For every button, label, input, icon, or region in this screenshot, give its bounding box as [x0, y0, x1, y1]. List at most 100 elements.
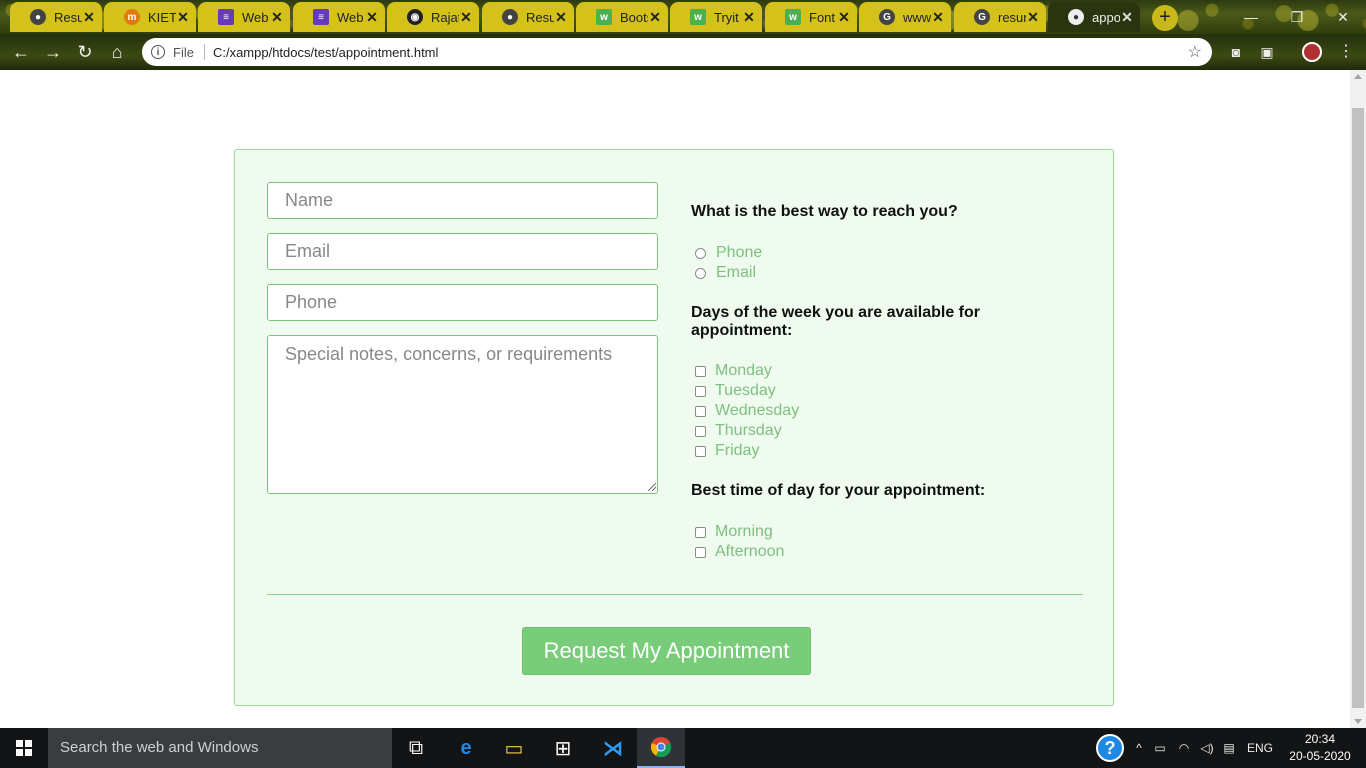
help-icon[interactable]: ?: [1096, 734, 1124, 762]
browser-tab[interactable]: m KIET C ✕: [104, 2, 196, 32]
taskbar-search[interactable]: Search the web and Windows: [48, 728, 392, 768]
clock-time: 20:34: [1304, 732, 1336, 746]
close-icon[interactable]: ✕: [554, 9, 568, 26]
day-option-monday[interactable]: Monday: [695, 362, 772, 380]
browser-tab[interactable]: ≡ Web I ✕: [198, 2, 290, 32]
battery-icon[interactable]: ▭: [1148, 741, 1172, 755]
url-text[interactable]: C:/xampp/htdocs/test/appointment.html: [213, 45, 1188, 60]
volume-icon[interactable]: ◁): [1196, 741, 1218, 755]
camera-icon[interactable]: ◙: [1226, 42, 1246, 62]
page-scrollbar[interactable]: [1350, 70, 1366, 728]
tab-title: Resun: [54, 9, 82, 25]
notes-textarea[interactable]: [267, 335, 658, 494]
chrome-icon[interactable]: [637, 728, 685, 768]
browser-tab[interactable]: ◉ Rajat ✕: [387, 2, 479, 32]
close-icon[interactable]: ✕: [459, 9, 473, 26]
notification-icon[interactable]: ▤: [1218, 741, 1240, 755]
day-option-tuesday[interactable]: Tuesday: [695, 382, 776, 400]
language-indicator[interactable]: ENG: [1240, 741, 1280, 755]
close-icon[interactable]: ✕: [365, 9, 379, 26]
browser-tab[interactable]: G resun ✕: [954, 2, 1046, 32]
scroll-down-icon[interactable]: [1354, 719, 1362, 724]
taskbar-clock[interactable]: 20:34 20-05-2020: [1288, 731, 1352, 765]
name-input[interactable]: [267, 182, 658, 219]
time-question: Best time of day for your appointment:: [691, 482, 986, 499]
tab-title: resun: [998, 9, 1026, 25]
task-view-icon[interactable]: ⧉: [392, 728, 440, 768]
option-label: Tuesday: [715, 382, 776, 399]
close-icon[interactable]: ✕: [1120, 9, 1134, 26]
close-icon[interactable]: ✕: [82, 9, 96, 26]
radio-button[interactable]: [695, 267, 706, 279]
chevron-up-icon[interactable]: ^: [1130, 741, 1148, 755]
chrome-logo-icon: [650, 737, 672, 758]
bookmark-star-icon[interactable]: ☆: [1188, 42, 1202, 62]
restore-icon[interactable]: ❐: [1274, 0, 1320, 34]
info-icon[interactable]: i: [151, 45, 165, 59]
back-button[interactable]: ←: [8, 40, 34, 64]
close-icon[interactable]: ✕: [648, 9, 662, 26]
windows-taskbar: Search the web and Windows ⧉ e ▭ ⊞ ⋊ ? ^…: [0, 728, 1366, 768]
divider: [203, 44, 205, 60]
request-appointment-button[interactable]: Request My Appointment: [522, 627, 811, 675]
checkbox[interactable]: [695, 546, 706, 558]
radio-button[interactable]: [695, 247, 706, 259]
contact-question: What is the best way to reach you?: [691, 203, 958, 220]
browser-tab[interactable]: w Boots ✕: [576, 2, 668, 32]
wifi-icon[interactable]: ◠: [1172, 741, 1196, 755]
day-option-wednesday[interactable]: Wednesday: [695, 402, 799, 420]
browser-tab[interactable]: ● Resun ✕: [10, 2, 102, 32]
browser-tab[interactable]: ● Resun ✕: [482, 2, 574, 32]
close-icon[interactable]: ✕: [837, 9, 851, 26]
edge-icon[interactable]: e: [442, 728, 490, 768]
reload-button[interactable]: ↻: [72, 40, 98, 64]
file-explorer-icon[interactable]: ▭: [490, 728, 538, 768]
browser-tab-active[interactable]: ● appo ✕: [1048, 2, 1140, 32]
form-divider: [267, 594, 1083, 595]
tab-title: Resun: [526, 9, 554, 25]
new-tab-button[interactable]: +: [1152, 5, 1178, 31]
time-option-morning[interactable]: Morning: [695, 523, 773, 541]
time-option-afternoon[interactable]: Afternoon: [695, 543, 784, 561]
scrollbar-thumb[interactable]: [1352, 108, 1364, 708]
resize-handle[interactable]: [648, 483, 656, 491]
day-option-friday[interactable]: Friday: [695, 442, 759, 460]
close-icon[interactable]: ✕: [176, 9, 190, 26]
tab-title: www: [903, 9, 931, 25]
browser-tab[interactable]: G www ✕: [859, 2, 951, 32]
browser-tab[interactable]: w Tryit I ✕: [670, 2, 762, 32]
start-button[interactable]: [0, 728, 48, 768]
contact-option-phone[interactable]: Phone: [695, 244, 762, 262]
vscode-icon[interactable]: ⋊: [589, 728, 637, 768]
extension-icon[interactable]: ▣: [1257, 42, 1277, 62]
checkbox[interactable]: [695, 425, 706, 437]
close-icon[interactable]: ✕: [742, 9, 756, 26]
checkbox[interactable]: [695, 385, 706, 397]
email-input[interactable]: [267, 233, 658, 270]
address-bar[interactable]: i File C:/xampp/htdocs/test/appointment.…: [142, 38, 1212, 66]
forward-button[interactable]: →: [40, 40, 66, 64]
minimize-icon[interactable]: —: [1228, 0, 1274, 34]
w3schools-icon: w: [690, 9, 706, 25]
avatar[interactable]: [1302, 42, 1322, 62]
browser-tab[interactable]: w Font ✕: [765, 2, 857, 32]
store-icon[interactable]: ⊞: [539, 728, 587, 768]
home-button[interactable]: ⌂: [104, 40, 130, 64]
checkbox[interactable]: [695, 405, 706, 417]
menu-icon[interactable]: ⋮: [1338, 42, 1354, 62]
day-option-thursday[interactable]: Thursday: [695, 422, 782, 440]
scroll-up-icon[interactable]: [1354, 74, 1362, 79]
phone-input[interactable]: [267, 284, 658, 321]
contact-option-email[interactable]: Email: [695, 264, 756, 282]
tab-strip: ● Resun ✕ m KIET C ✕ ≡ Web I ✕ ≡ Web I ✕…: [0, 0, 1366, 34]
close-icon[interactable]: ✕: [1026, 9, 1040, 26]
google-icon: G: [974, 9, 990, 25]
checkbox[interactable]: [695, 365, 706, 377]
close-icon[interactable]: ✕: [931, 9, 945, 26]
close-window-icon[interactable]: ✕: [1320, 0, 1366, 34]
close-icon[interactable]: ✕: [270, 9, 284, 26]
browser-tab[interactable]: ≡ Web I ✕: [293, 2, 385, 32]
checkbox[interactable]: [695, 526, 706, 538]
checkbox[interactable]: [695, 445, 706, 457]
tab-title: Font: [809, 9, 836, 25]
